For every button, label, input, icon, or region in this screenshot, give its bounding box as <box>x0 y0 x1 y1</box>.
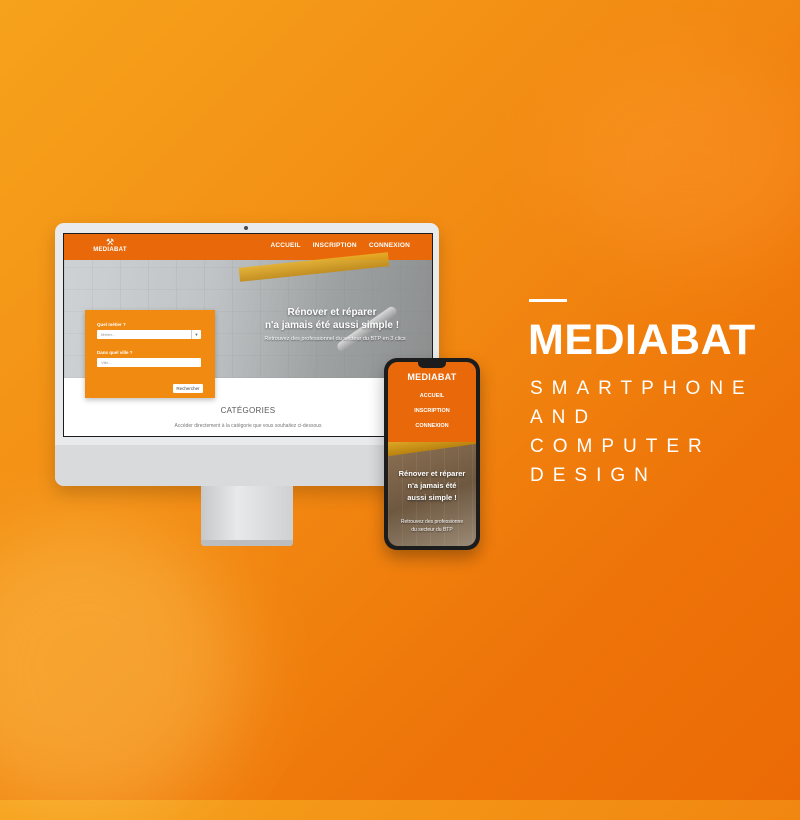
phone-hero-title: Rénover et réparer n'a jamais été aussi … <box>392 468 472 504</box>
smartphone: MEDIABAT ACCUEIL INSCRIPTION CONNEXION R… <box>384 358 480 550</box>
monitor-stand <box>201 486 293 542</box>
monitor-chin <box>55 445 439 486</box>
hero-title-line: Rénover et réparer <box>287 307 377 318</box>
categories-subtitle: Accéder directement à la catégorie que v… <box>174 423 322 429</box>
phone-nav-accueil[interactable]: ACCUEIL <box>388 393 476 399</box>
desktop-monitor: ⚒ MEDIABAT ACCUEIL INSCRIPTION CONNEXION… <box>55 223 439 486</box>
phone-brand[interactable]: MEDIABAT <box>388 372 476 382</box>
nav-link-connexion[interactable]: CONNEXION <box>369 242 410 249</box>
phone-hero-subtitle-line: du secteur du BTP <box>411 527 453 533</box>
desktop-nav-links: ACCUEIL INSCRIPTION CONNEXION <box>270 242 410 249</box>
city-placeholder: Ville... <box>101 360 112 365</box>
accent-dash <box>529 299 567 302</box>
crossed-hammers-icon: ⚒ <box>105 237 115 247</box>
trade-label: Quel métier ? <box>97 322 126 327</box>
hero-title-line: n'a jamais été aussi simple ! <box>264 320 400 331</box>
phone-hero-title-line: Rénover et réparer <box>398 469 466 478</box>
tagline-line: SMARTPHONE <box>530 378 754 399</box>
background-glow <box>0 520 240 820</box>
categories-title: CATÉGORIES <box>220 406 276 415</box>
phone-hero-subtitle: Retrouvez des professionne du secteur du… <box>392 518 472 534</box>
city-input[interactable]: Ville... <box>97 358 201 367</box>
tagline-line: DESIGN <box>530 465 657 486</box>
phone-nav-connexion[interactable]: CONNEXION <box>388 423 476 429</box>
brand-headline: MEDIABAT <box>528 316 756 364</box>
city-label: Dans quel ville ? <box>97 350 133 355</box>
monitor-stand-foot <box>201 540 293 546</box>
logo-text: MEDIABAT <box>93 247 127 253</box>
phone-hero-title-line: aussi simple ! <box>407 493 457 502</box>
phone-notch <box>418 362 446 368</box>
phone-hero-title-line: n'a jamais été <box>407 481 457 490</box>
trade-select[interactable]: Métier... ▼ <box>97 330 201 339</box>
phone-hero-subtitle-line: Retrouvez des professionne <box>400 519 464 525</box>
phone-menu: MEDIABAT ACCUEIL INSCRIPTION CONNEXION <box>388 362 476 442</box>
hero-title: Rénover et réparer n'a jamais été aussi … <box>242 306 422 332</box>
nav-link-inscription[interactable]: INSCRIPTION <box>313 242 357 249</box>
chevron-down-icon[interactable]: ▼ <box>191 330 201 339</box>
desktop-logo[interactable]: ⚒ MEDIABAT <box>80 237 140 259</box>
background-glow <box>560 60 800 260</box>
camera-dot <box>244 226 248 230</box>
hero-subtitle: Retrouvez des professionnel du secteur d… <box>264 336 406 342</box>
phone-screen: MEDIABAT ACCUEIL INSCRIPTION CONNEXION R… <box>388 362 476 546</box>
trade-placeholder: Métier... <box>101 332 116 337</box>
tagline-line: COMPUTER <box>530 436 711 457</box>
nav-link-accueil[interactable]: ACCUEIL <box>270 242 300 249</box>
search-form: Quel métier ? Métier... ▼ Dans quel vill… <box>85 310 215 398</box>
phone-nav-inscription[interactable]: INSCRIPTION <box>388 408 476 414</box>
tagline-line: AND <box>530 407 598 428</box>
desktop-screen: ⚒ MEDIABAT ACCUEIL INSCRIPTION CONNEXION… <box>63 233 433 437</box>
search-button[interactable]: Rechercher <box>173 384 203 393</box>
